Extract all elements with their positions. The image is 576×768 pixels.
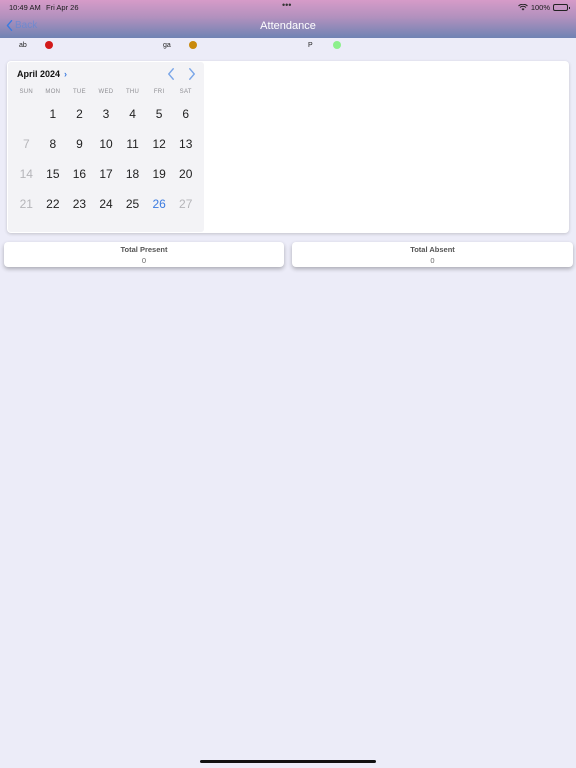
legend-label-ab: ab [19, 42, 27, 49]
calendar-day[interactable]: 15 [40, 167, 67, 197]
weekday-label: MON [45, 89, 61, 95]
calendar-day[interactable]: 10 [93, 137, 120, 167]
status-bar: 10:49 AM Fri Apr 26 ••• 100% [0, 0, 576, 14]
calendar-day[interactable]: 23 [66, 197, 93, 227]
weekday-label: SUN [19, 89, 34, 95]
weekday-label: TUE [72, 89, 86, 95]
weekday-label: SAT [179, 89, 192, 95]
month-picker-button[interactable]: April 2024 › [17, 69, 67, 79]
weekday-label: THU [125, 89, 140, 95]
calendar-day[interactable]: 6 [172, 107, 199, 137]
calendar-day[interactable]: 20 [172, 167, 199, 197]
calendar-card: April 2024 › SUN MON TUE WED THU FRI SAT… [7, 61, 569, 233]
total-present-card: Total Present 0 [4, 242, 284, 267]
calendar-day[interactable]: 2 [66, 107, 93, 137]
wifi-icon [517, 4, 528, 11]
calendar-day[interactable]: 5 [146, 107, 173, 137]
multitasking-dots[interactable]: ••• [282, 0, 291, 10]
calendar-day[interactable]: 1 [40, 107, 67, 137]
calendar-day[interactable]: 22 [40, 197, 67, 227]
calendar-day[interactable]: 3 [93, 107, 120, 137]
chevron-right-icon [189, 68, 195, 80]
page-title: Attendance [260, 20, 316, 32]
weekday-label: WED [98, 89, 114, 95]
calendar-grid: 1 2 3 4 5 6 7 8 9 10 11 12 13 14 15 16 1… [13, 107, 199, 227]
month-label: April 2024 [17, 69, 61, 79]
calendar-day[interactable]: 14 [13, 167, 40, 197]
attendance-legend: ab ga P [0, 41, 576, 53]
next-month-button[interactable] [188, 67, 200, 81]
legend-label-ga: ga [163, 42, 171, 49]
legend-label-p: P [308, 42, 313, 49]
total-absent-card: Total Absent 0 [292, 242, 573, 267]
calendar-day[interactable]: 25 [119, 197, 146, 227]
calendar-day[interactable]: 24 [93, 197, 120, 227]
calendar-day[interactable]: 21 [13, 197, 40, 227]
calendar-day[interactable]: 19 [146, 167, 173, 197]
calendar-day[interactable]: 26 [146, 197, 173, 227]
calendar: April 2024 › SUN MON TUE WED THU FRI SAT… [8, 62, 204, 232]
total-absent-value: 0 [430, 256, 435, 265]
calendar-day[interactable]: 11 [119, 137, 146, 167]
chevron-right-icon: › [64, 69, 68, 79]
calendar-day[interactable]: 8 [40, 137, 67, 167]
calendar-day[interactable]: 18 [119, 167, 146, 197]
calendar-day[interactable]: 7 [13, 137, 40, 167]
calendar-day[interactable]: 27 [172, 197, 199, 227]
battery-icon [553, 4, 570, 11]
legend-dot-ga [189, 41, 197, 49]
calendar-day[interactable]: 12 [146, 137, 173, 167]
weekday-header: SUN MON TUE WED THU FRI SAT [13, 89, 199, 95]
battery-percent: 100% [530, 3, 550, 12]
calendar-day[interactable]: 16 [66, 167, 93, 197]
status-right: 100% [517, 3, 570, 12]
status-time: 10:49 AM [9, 3, 41, 12]
chevron-left-icon [168, 68, 174, 80]
total-absent-label: Total Absent [410, 245, 455, 254]
legend-dot-ab [45, 41, 53, 49]
previous-month-button[interactable] [167, 67, 179, 81]
calendar-day[interactable]: 17 [93, 167, 120, 197]
calendar-day[interactable]: 9 [66, 137, 93, 167]
calendar-day [13, 107, 40, 137]
calendar-day[interactable]: 4 [119, 107, 146, 137]
status-date: Fri Apr 26 [46, 3, 79, 12]
calendar-day[interactable]: 13 [172, 137, 199, 167]
total-present-value: 0 [141, 256, 147, 265]
home-indicator[interactable] [200, 760, 376, 763]
legend-dot-p [333, 41, 341, 49]
total-present-label: Total Present [120, 245, 168, 254]
weekday-label: FRI [153, 89, 165, 95]
